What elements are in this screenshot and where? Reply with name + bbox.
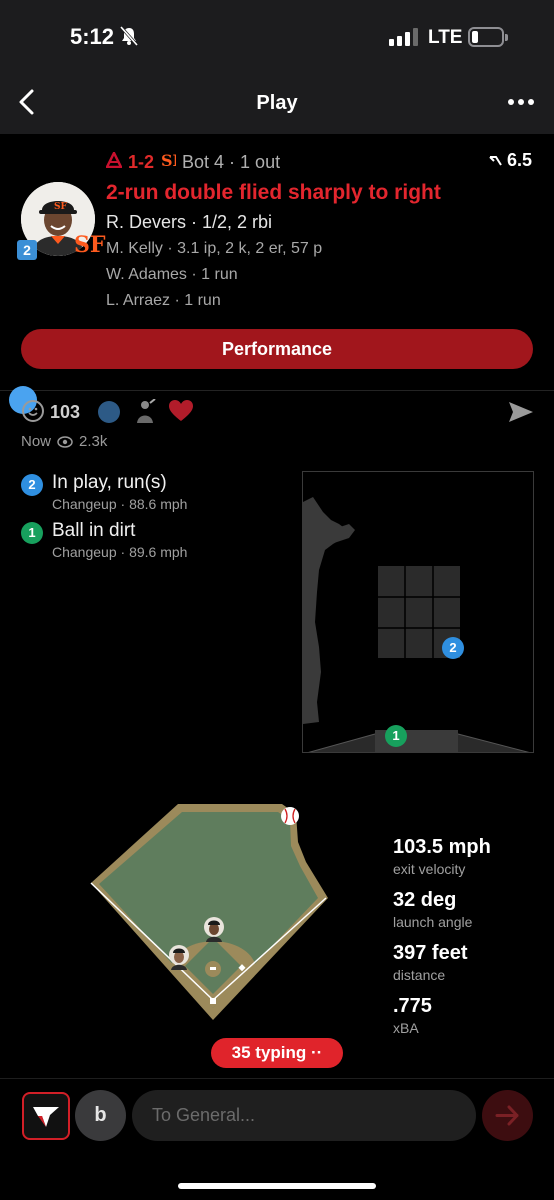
divider	[0, 390, 554, 391]
spray-chart[interactable]	[86, 798, 336, 1030]
fielder-avatar-icon	[168, 944, 190, 970]
add-reaction-icon[interactable]	[22, 400, 44, 422]
pitch-result: Ball in dirt	[52, 520, 136, 541]
share-send-icon[interactable]	[508, 400, 534, 424]
stat-label: launch angle	[393, 914, 473, 930]
stat-value: .775	[393, 995, 432, 1017]
performance-button[interactable]: Performance	[21, 329, 533, 369]
diamondbacks-logo-icon	[104, 150, 124, 173]
stat-label: distance	[393, 967, 446, 983]
trend-arrow-icon	[489, 155, 502, 166]
send-button[interactable]	[482, 1090, 533, 1141]
app-logo-button[interactable]	[22, 1092, 70, 1140]
heart-icon[interactable]	[168, 399, 194, 423]
message-input[interactable]	[132, 1090, 476, 1141]
typing-indicator[interactable]: 35 typing ··	[211, 1038, 343, 1068]
reaction-count: 103	[50, 402, 81, 422]
view-count: 2.3k	[79, 433, 108, 450]
nav-bar: Play	[0, 70, 554, 134]
cell-signal-icon	[389, 28, 418, 46]
stat-value: 103.5 mph	[393, 836, 491, 858]
more-options-button[interactable]	[508, 99, 534, 105]
page-title: Play	[256, 92, 298, 114]
game-score: 1-2	[128, 152, 155, 172]
pitch-number-badge: 2	[21, 474, 43, 496]
pitch-number-badge: 1	[21, 522, 43, 544]
fielder-avatar-icon	[203, 916, 225, 942]
pitch-type: Changeup	[52, 544, 117, 560]
more-dot-icon	[518, 99, 524, 105]
post-time: Now	[21, 433, 52, 450]
stat-label: xBA	[393, 1020, 419, 1036]
player-position-badge: 2	[17, 240, 37, 260]
home-indicator[interactable]	[178, 1183, 376, 1189]
pitch-speed: 89.6 mph	[129, 544, 188, 560]
team-logo-badge: SF	[74, 232, 106, 258]
user-avatar[interactable]: b	[75, 1090, 126, 1141]
arrow-right-icon	[495, 1105, 519, 1126]
win-probability-change: 6.5	[489, 150, 532, 171]
pitch-detail: Changeup · 88.6 mph	[52, 496, 188, 512]
stat-value: 397 feet	[393, 942, 468, 964]
pitcher-line[interactable]: M. Kelly · 3.1 ip, 2 k, 2 er, 57 p	[106, 240, 322, 258]
ballpark-field-diagram	[90, 804, 328, 1020]
stat-label: exit velocity	[393, 861, 466, 877]
pitch-type: Changeup	[52, 496, 117, 512]
exit-velocity-stat: 103.5 mph exit velocity	[393, 836, 491, 877]
app-logo-icon	[33, 1107, 59, 1127]
game-score-line: 1-2 SF Bot 4 · 1 out	[104, 150, 281, 175]
runner-line-adames[interactable]: W. Adames · 1 run	[106, 266, 238, 284]
svg-text:SF: SF	[54, 202, 67, 212]
launch-angle-stat: 32 deg launch angle	[393, 889, 472, 930]
giants-logo-icon: SF	[160, 150, 185, 175]
pitch-location-marker[interactable]: 1	[385, 725, 407, 747]
reaction-circle-icon[interactable]	[98, 401, 120, 423]
inning-state: Bot 4 · 1 out	[182, 152, 281, 172]
distance-stat: 397 feet distance	[393, 942, 468, 983]
svg-text:SF: SF	[161, 151, 176, 170]
reaction-player-icon[interactable]	[134, 398, 156, 423]
strike-zone-diagram	[303, 497, 530, 752]
xba-stat: .775 xBA	[393, 995, 432, 1036]
eye-icon	[57, 435, 73, 448]
runner-line-arraez[interactable]: L. Arraez · 1 run	[106, 292, 221, 310]
strike-zone-panel[interactable]	[302, 471, 534, 753]
baseball-icon	[280, 806, 300, 826]
play-headline: 2-run double flied sharply to right	[106, 181, 441, 204]
pitch-result: In play, run(s)	[52, 472, 167, 493]
post-meta: Now 2.3k	[21, 433, 107, 450]
win-prob-value: 6.5	[506, 150, 532, 170]
more-dot-icon	[528, 99, 534, 105]
silent-bell-icon	[119, 26, 139, 51]
pitch-location-marker[interactable]: 2	[442, 637, 464, 659]
pitch-detail: Changeup · 89.6 mph	[52, 544, 188, 560]
battery-icon	[468, 27, 508, 47]
status-bar: 5:12 LTE	[0, 0, 554, 70]
network-type: LTE	[428, 27, 463, 48]
batter-line[interactable]: R. Devers · 1/2, 2 rbi	[106, 212, 272, 233]
stat-value: 32 deg	[393, 889, 457, 911]
pitch-speed: 88.6 mph	[129, 496, 188, 512]
more-dot-icon	[508, 99, 514, 105]
status-time: 5:12	[70, 24, 115, 49]
